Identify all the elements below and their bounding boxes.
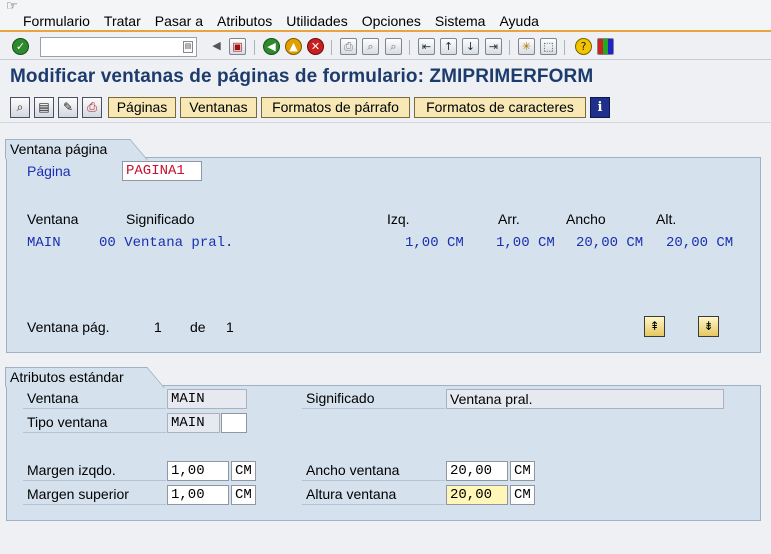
altura-ventana-label: Altura ventana [306, 486, 397, 502]
margen-sup-field[interactable]: 1,00 [167, 485, 229, 505]
menu-items: Formulario Tratar Pasar a Atributos Util… [23, 13, 553, 29]
tipo-ventana-field: MAIN [167, 413, 220, 433]
exit-icon[interactable]: ▲ [285, 38, 302, 55]
toolbar-separator [254, 40, 255, 55]
print-icon[interactable]: ⎙ [340, 38, 357, 55]
find-icon[interactable]: ⌕ [362, 38, 379, 55]
col-header-alt: Alt. [656, 211, 677, 227]
cancel-icon[interactable]: ✕ [307, 38, 324, 55]
col-header-arr: Arr. [498, 211, 520, 227]
menu-bar: ☞ Formulario Tratar Pasar a Atributos Ut… [0, 0, 771, 32]
menu-pasar-a[interactable]: Pasar a [155, 13, 203, 29]
page-down-icon[interactable]: ⇟ [698, 316, 719, 337]
margen-izq-unit-field[interactable]: CM [231, 461, 256, 481]
row-alt[interactable]: 20,00 CM [666, 234, 733, 252]
col-header-ancho: Ancho [566, 211, 606, 227]
toolbar-separator [564, 40, 565, 55]
page-up-icon[interactable]: ⇞ [644, 316, 665, 337]
formatos-parrafo-button[interactable]: Formatos de párrafo [261, 97, 410, 118]
ancho-ventana-unit-field[interactable]: CM [510, 461, 535, 481]
pager-total: 1 [226, 319, 234, 335]
margen-izq-field[interactable]: 1,00 [167, 461, 229, 481]
back-nav-icon[interactable]: ◀ [208, 38, 225, 55]
menu-opciones[interactable]: Opciones [362, 13, 421, 29]
row-ancho[interactable]: 20,00 CM [576, 234, 643, 252]
find-next-icon[interactable]: ⌕ [385, 38, 402, 55]
ventana-field: MAIN [167, 389, 247, 409]
pagina-field[interactable]: PAGINA1 [122, 161, 202, 181]
pager-of-label: de [190, 319, 206, 335]
print-icon[interactable]: ⎙ [82, 97, 102, 118]
command-field[interactable]: ▤ [40, 37, 197, 57]
last-page-icon[interactable]: ⇥ [485, 38, 502, 55]
ventana-pagina-title: Ventana página [5, 139, 130, 159]
row-ventana[interactable]: MAIN [27, 234, 61, 252]
altura-ventana-unit-field[interactable]: CM [510, 485, 535, 505]
atributos-estandar-title: Atributos estándar [5, 367, 146, 387]
first-page-icon[interactable]: ⇤ [418, 38, 435, 55]
pager-label: Ventana pág. [27, 319, 110, 335]
margen-izq-label: Margen izqdo. [27, 462, 116, 478]
ventanas-button[interactable]: Ventanas [180, 97, 257, 118]
col-header-izq: Izq. [387, 211, 410, 227]
save-icon[interactable]: ▣ [229, 38, 246, 55]
title-bar: Modificar ventanas de páginas de formula… [0, 61, 771, 93]
formatos-caracteres-button[interactable]: Formatos de caracteres [414, 97, 586, 118]
help-icon[interactable]: ? [575, 38, 592, 55]
altura-ventana-label-cell: Altura ventana [302, 485, 445, 505]
tipo-ventana-extra-field[interactable] [221, 413, 247, 433]
ancho-ventana-field[interactable]: 20,00 [446, 461, 508, 481]
col-header-ventana: Ventana [27, 211, 79, 227]
significado-label: Significado [306, 390, 375, 406]
row-izq[interactable]: 1,00 CM [405, 234, 464, 252]
next-page-icon[interactable]: ↓ [462, 38, 479, 55]
margen-sup-label: Margen superior [27, 486, 129, 502]
standard-toolbar: ✓ ▤ ◀ ▣ ◀ ▲ ✕ ⎙ ⌕ ⌕ ⇤ ↑ ↓ ⇥ ✳ ⬚ ? [0, 34, 771, 60]
back-icon[interactable]: ◀ [263, 38, 280, 55]
toolbar-separator [331, 40, 332, 55]
menu-icon[interactable]: ☞ [6, 0, 22, 12]
menu-ayuda[interactable]: Ayuda [499, 13, 538, 29]
tipo-ventana-label-cell: Tipo ventana [23, 413, 166, 433]
page-title: Modificar ventanas de páginas de formula… [10, 66, 594, 87]
menu-formulario[interactable]: Formulario [23, 13, 90, 29]
significado-field: Ventana pral. [446, 389, 724, 409]
tipo-ventana-label: Tipo ventana [27, 414, 108, 430]
create-session-icon[interactable]: ✳ [518, 38, 535, 55]
enter-icon[interactable]: ✓ [12, 38, 29, 55]
pager-current: 1 [154, 319, 162, 335]
paginas-button[interactable]: Páginas [108, 97, 176, 118]
ventana-label: Ventana [27, 390, 79, 406]
menu-atributos[interactable]: Atributos [217, 13, 272, 29]
margen-sup-label-cell: Margen superior [23, 485, 166, 505]
toolbar-separator [409, 40, 410, 55]
margen-sup-unit-field[interactable]: CM [231, 485, 256, 505]
check-icon[interactable]: ▤ [34, 97, 54, 118]
menu-utilidades[interactable]: Utilidades [286, 13, 347, 29]
menu-sistema[interactable]: Sistema [435, 13, 486, 29]
info-icon[interactable]: i [590, 97, 610, 118]
application-toolbar: ⌕ ▤ ✎ ⎙ Páginas Ventanas Formatos de pár… [0, 93, 771, 123]
edit-icon[interactable]: ✎ [58, 97, 78, 118]
altura-ventana-field[interactable]: 20,00 [446, 485, 508, 505]
ancho-ventana-label: Ancho ventana [306, 462, 400, 478]
pagina-label[interactable]: Página [27, 162, 71, 180]
margen-izq-label-cell: Margen izqdo. [23, 461, 166, 481]
prev-page-icon[interactable]: ↑ [440, 38, 457, 55]
toolbar-separator [509, 40, 510, 55]
ancho-ventana-label-cell: Ancho ventana [302, 461, 445, 481]
menu-tratar[interactable]: Tratar [104, 13, 141, 29]
customize-layout-icon[interactable] [597, 38, 614, 55]
significado-label-cell: Significado [302, 389, 445, 409]
display-icon[interactable]: ⌕ [10, 97, 30, 118]
shortcut-icon[interactable]: ⬚ [540, 38, 557, 55]
command-history-icon[interactable]: ▤ [183, 41, 193, 53]
col-header-significado: Significado [126, 211, 195, 227]
row-arr[interactable]: 1,00 CM [496, 234, 555, 252]
command-input[interactable] [41, 38, 179, 57]
ventana-label-cell: Ventana [23, 389, 166, 409]
row-significado[interactable]: 00 Ventana pral. [99, 234, 233, 252]
